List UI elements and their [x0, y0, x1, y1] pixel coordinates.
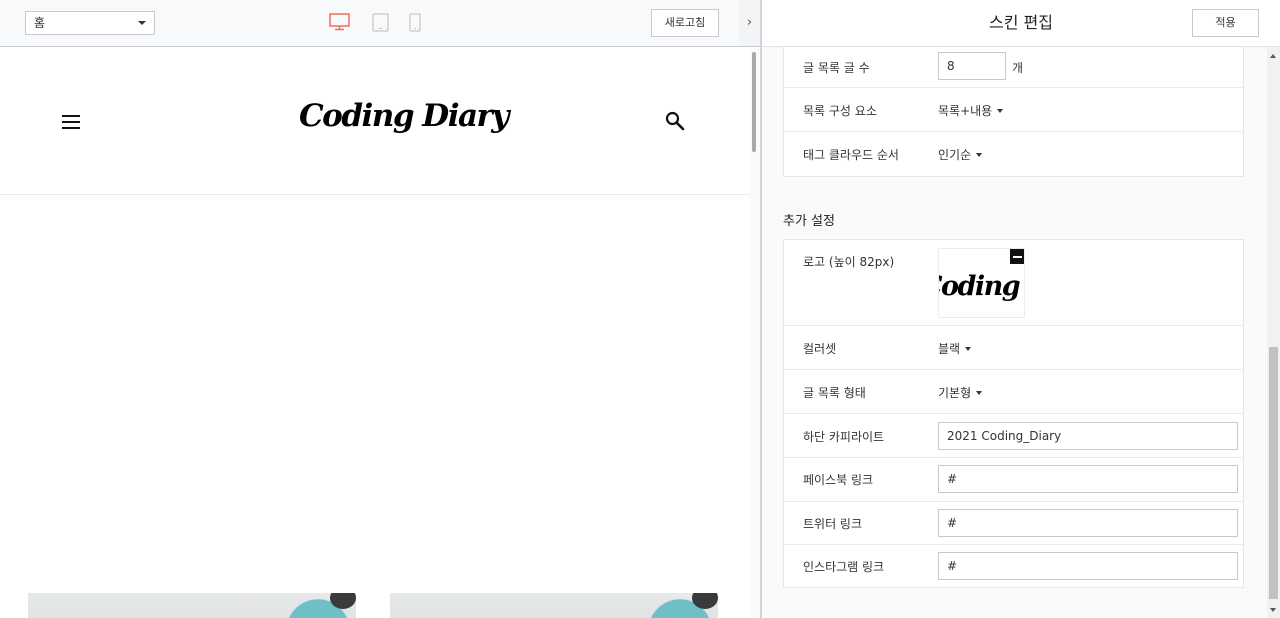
tag-order-dropdown[interactable]: 인기순 [938, 146, 983, 163]
twitter-row: 트위터 링크 # [784, 502, 1243, 545]
colorset-label: 컬러셋 [803, 342, 837, 356]
preview-toolbar: 홈 새로고침 [0, 0, 739, 47]
instagram-link-input[interactable]: # [938, 552, 1238, 580]
editor-header: 스킨 편집 적용 [762, 0, 1280, 47]
menu-icon[interactable] [62, 115, 80, 129]
facebook-row: 페이스북 링크 # [784, 458, 1243, 502]
facebook-label: 페이스북 링크 [803, 473, 874, 487]
collapse-panel-button[interactable]: › [739, 0, 760, 47]
copyright-label: 하단 카피라이트 [803, 430, 885, 444]
editor-scrollbar[interactable] [1267, 47, 1280, 618]
instagram-label: 인스타그램 링크 [803, 560, 885, 574]
list-type-value: 기본형 [938, 386, 972, 400]
caret-down-icon [976, 153, 983, 157]
post-thumbnail[interactable] [28, 593, 356, 618]
post-count-unit: 개 [1012, 61, 1024, 75]
list-settings-panel: 글 목록 글 수 8 개 목록 구성 요소 목록+내용 태그 클라우드 순서 인… [783, 47, 1244, 177]
caret-down-icon [997, 109, 1004, 113]
logo-preview-text: Coding Diary [939, 271, 1024, 302]
logo-preview[interactable]: Coding Diary [938, 248, 1025, 318]
extra-settings-panel: 로고 (높이 82px) Coding Diary 컬러셋 블랙 글 목록 형태… [783, 239, 1244, 588]
colorset-value: 블랙 [938, 342, 961, 356]
list-type-row: 글 목록 형태 기본형 [784, 370, 1243, 414]
page-select-value: 홈 [34, 16, 46, 30]
search-icon[interactable] [665, 111, 685, 135]
scroll-down-icon[interactable] [1270, 608, 1276, 612]
twitter-link-input[interactable]: # [938, 509, 1238, 537]
copyright-row: 하단 카피라이트 2021 Coding_Diary [784, 414, 1243, 458]
caret-down-icon [965, 347, 972, 351]
preview-scrollbar[interactable] [750, 48, 760, 618]
skin-editor-panel: 스킨 편집 적용 글 목록 글 수 8 개 목록 구성 요소 목록+내용 태그 … [762, 0, 1280, 618]
list-components-dropdown[interactable]: 목록+내용 [938, 102, 1004, 119]
tag-order-value: 인기순 [938, 148, 972, 162]
preview-pane: 홈 새로고침 › Coding Diary [0, 0, 760, 618]
list-components-label: 목록 구성 요소 [803, 104, 877, 118]
tag-order-label: 태그 클라우드 순서 [803, 148, 899, 162]
preview-scrollbar-thumb[interactable] [752, 52, 756, 152]
post-count-input[interactable]: 8 [938, 52, 1006, 80]
apply-button[interactable]: 적용 [1192, 9, 1259, 37]
copyright-input[interactable]: 2021 Coding_Diary [938, 422, 1238, 450]
tablet-view-icon[interactable] [372, 13, 389, 36]
skin-editor-window: 홈 새로고침 › Coding Diary 스킨 편집 적용 글 목록 글 수 … [0, 0, 1280, 618]
extra-settings-title: 추가 설정 [783, 214, 835, 229]
tag-order-row: 태그 클라우드 순서 인기순 [784, 132, 1243, 176]
list-type-dropdown[interactable]: 기본형 [938, 384, 983, 401]
logo-row: 로고 (높이 82px) Coding Diary [784, 240, 1243, 326]
logo-label: 로고 (높이 82px) [803, 255, 895, 269]
blog-header: Coding Diary [0, 48, 750, 195]
instagram-row: 인스타그램 링크 # [784, 545, 1243, 588]
colorset-row: 컬러셋 블랙 [784, 326, 1243, 370]
blog-logo[interactable]: Coding Diary [299, 98, 509, 134]
list-components-value: 목록+내용 [938, 104, 993, 118]
chevron-down-icon [138, 21, 146, 25]
twitter-label: 트위터 링크 [803, 517, 863, 531]
list-type-label: 글 목록 형태 [803, 386, 866, 400]
editor-scrollbar-thumb[interactable] [1269, 347, 1278, 599]
refresh-button[interactable]: 새로고침 [651, 9, 719, 37]
page-select[interactable]: 홈 [25, 11, 155, 35]
caret-down-icon [976, 391, 983, 395]
post-count-label: 글 목록 글 수 [803, 61, 870, 75]
remove-icon[interactable] [1010, 249, 1024, 264]
list-components-row: 목록 구성 요소 목록+내용 [784, 88, 1243, 132]
blog-preview: Coding Diary [0, 48, 750, 618]
mobile-view-icon[interactable] [409, 13, 421, 36]
colorset-dropdown[interactable]: 블랙 [938, 340, 972, 357]
post-thumbnail[interactable] [390, 593, 718, 618]
facebook-link-input[interactable]: # [938, 465, 1238, 493]
desktop-view-icon[interactable] [329, 13, 350, 35]
scroll-up-icon[interactable] [1270, 54, 1276, 58]
post-count-row: 글 목록 글 수 8 개 [784, 47, 1243, 88]
